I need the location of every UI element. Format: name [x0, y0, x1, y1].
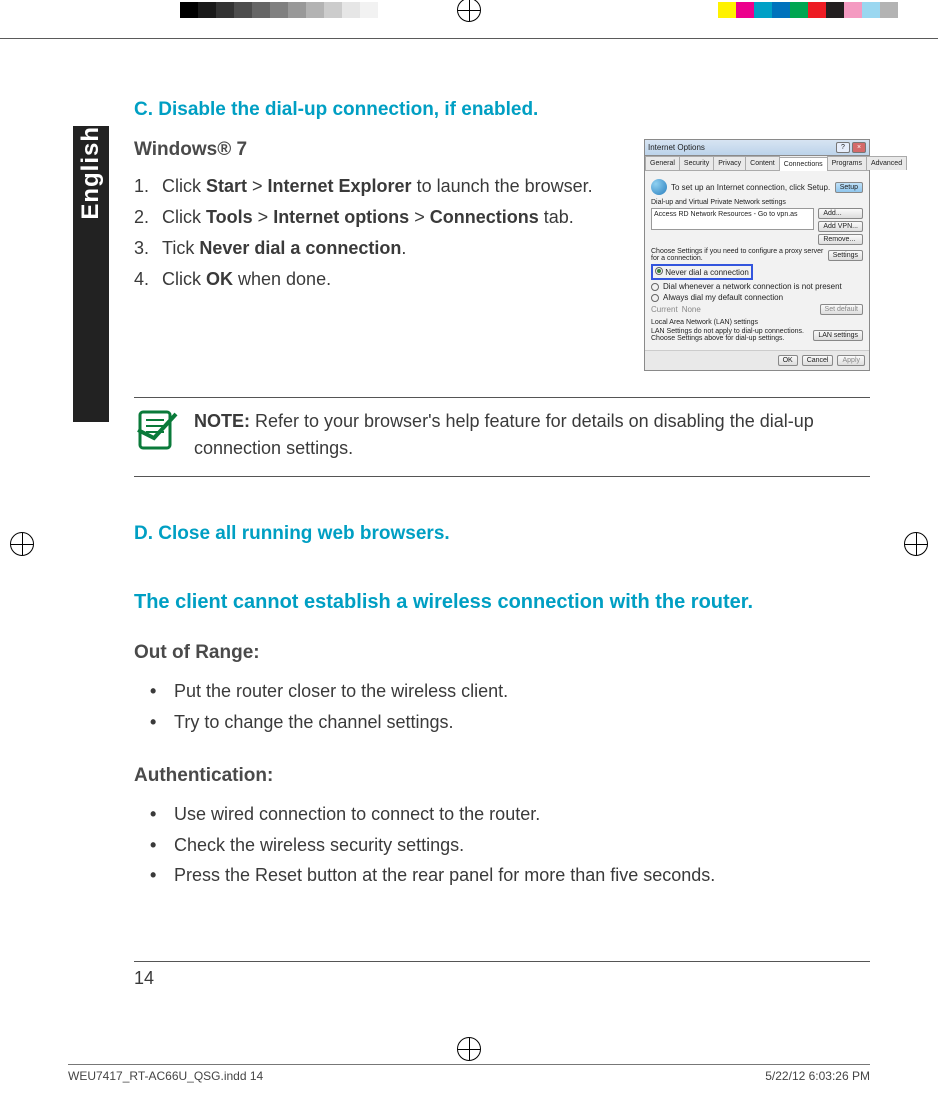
auth-list: Use wired connection to connect to the r… — [134, 799, 870, 891]
slug-date: 5/22/12 6:03:26 PM — [765, 1069, 870, 1083]
instruction-step: Tick Never dial a connection. — [134, 235, 626, 262]
list-item: Put the router closer to the wireless cl… — [174, 676, 870, 707]
add-button[interactable]: Add... — [818, 208, 863, 219]
dialog-tabs: General Security Privacy Content Connect… — [645, 156, 869, 171]
current-label: Current — [651, 305, 678, 314]
tab-general[interactable]: General — [645, 156, 680, 170]
ok-button[interactable]: OK — [778, 355, 798, 366]
os-heading: Windows® 7 — [134, 139, 626, 161]
printer-color-bar — [0, 2, 938, 18]
tab-connections[interactable]: Connections — [779, 157, 828, 171]
lan-settings-button[interactable]: LAN settings — [813, 330, 863, 341]
tab-programs[interactable]: Programs — [827, 156, 867, 170]
tab-privacy[interactable]: Privacy — [713, 156, 746, 170]
auth-heading: Authentication: — [134, 765, 870, 787]
add-vpn-button[interactable]: Add VPN... — [818, 221, 863, 232]
set-default-button[interactable]: Set default — [820, 304, 863, 315]
remove-button[interactable]: Remove... — [818, 234, 863, 245]
note-icon — [134, 408, 178, 452]
connections-listbox[interactable]: Access RD Network Resources - Go to vpn.… — [651, 208, 814, 230]
slug-file: WEU7417_RT-AC66U_QSG.indd 14 — [68, 1069, 263, 1083]
setup-text: To set up an Internet connection, click … — [671, 183, 831, 192]
registration-mark-icon — [455, 1035, 483, 1063]
proxy-text: Choose Settings if you need to configure… — [651, 248, 824, 262]
language-tab: English — [73, 126, 109, 422]
list-item: Try to change the channel settings. — [174, 707, 870, 738]
radio-always-dial[interactable] — [651, 294, 659, 302]
section-c-heading: C. Disable the dial-up connection, if en… — [134, 99, 870, 121]
radio-dial-when[interactable] — [651, 283, 659, 291]
close-button[interactable]: × — [852, 142, 866, 153]
lan-header: Local Area Network (LAN) settings — [651, 319, 863, 326]
language-tab-label: English — [77, 126, 105, 230]
dialog-title: Internet Options — [648, 143, 705, 152]
note-label: NOTE: — [194, 411, 250, 431]
tab-content[interactable]: Content — [745, 156, 780, 170]
list-item: Check the wireless security settings. — [174, 830, 870, 861]
note-body: Refer to your browser's help feature for… — [194, 411, 814, 458]
page-number: 14 — [134, 968, 154, 988]
internet-options-dialog: Internet Options ? × General Security Pr… — [644, 139, 870, 371]
lan-text: LAN Settings do not apply to dial-up con… — [651, 328, 809, 342]
registration-mark-icon — [902, 530, 930, 558]
out-of-range-heading: Out of Range: — [134, 642, 870, 664]
registration-mark-icon — [8, 530, 36, 558]
list-item: Use wired connection to connect to the r… — [174, 799, 870, 830]
registration-mark-icon — [455, 0, 483, 24]
instruction-list: Click Start > Internet Explorer to launc… — [134, 173, 626, 293]
note-block: NOTE: Refer to your browser's help featu… — [134, 397, 870, 477]
current-value: None — [682, 305, 816, 314]
print-slug: WEU7417_RT-AC66U_QSG.indd 14 5/22/12 6:0… — [68, 1064, 870, 1083]
settings-button[interactable]: Settings — [828, 250, 863, 261]
instruction-step: Click Tools > Internet options > Connect… — [134, 204, 626, 231]
tab-security[interactable]: Security — [679, 156, 714, 170]
help-button[interactable]: ? — [836, 142, 850, 153]
wireless-heading: The client cannot establish a wireless c… — [134, 591, 870, 614]
apply-button[interactable]: Apply — [837, 355, 865, 366]
list-item: Press the Reset button at the rear panel… — [174, 860, 870, 891]
globe-icon — [651, 179, 667, 195]
dialup-header: Dial-up and Virtual Private Network sett… — [651, 199, 863, 206]
cancel-button[interactable]: Cancel — [802, 355, 834, 366]
section-d-heading: D. Close all running web browsers. — [134, 523, 870, 545]
tab-advanced[interactable]: Advanced — [866, 156, 907, 170]
range-list: Put the router closer to the wireless cl… — [134, 676, 870, 737]
radio-never-dial[interactable] — [655, 267, 663, 275]
setup-button[interactable]: Setup — [835, 182, 863, 193]
instruction-step: Click Start > Internet Explorer to launc… — [134, 173, 626, 200]
instruction-step: Click OK when done. — [134, 266, 626, 293]
